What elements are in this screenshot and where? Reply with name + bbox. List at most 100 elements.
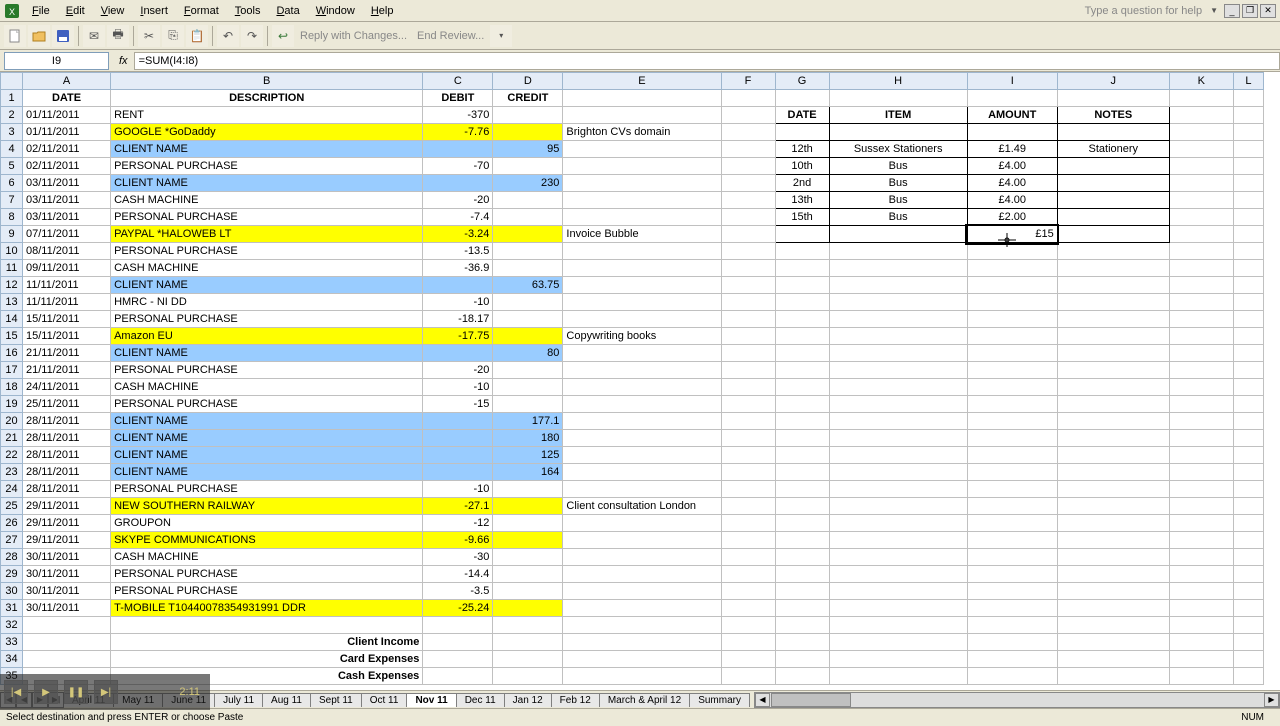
cell[interactable] [563, 413, 721, 430]
cell[interactable] [775, 345, 829, 362]
row-header[interactable]: 13 [1, 294, 23, 311]
cell[interactable]: CLIENT NAME [111, 345, 423, 362]
cell[interactable] [493, 549, 563, 566]
cell[interactable]: 177.1 [493, 413, 563, 430]
sheet-tab-feb-12[interactable]: Feb 12 [551, 693, 600, 707]
cell[interactable] [563, 634, 721, 651]
cell[interactable] [721, 430, 775, 447]
cell[interactable] [1169, 651, 1233, 668]
cell[interactable] [1169, 566, 1233, 583]
print-button[interactable]: 🖶 [107, 25, 129, 47]
sheet-tab-july-11[interactable]: July 11 [214, 693, 263, 707]
cell[interactable] [829, 634, 967, 651]
cell[interactable] [829, 226, 967, 243]
cell[interactable] [1057, 668, 1169, 685]
cell[interactable] [829, 277, 967, 294]
menu-help[interactable]: Help [363, 3, 402, 19]
cell[interactable] [563, 175, 721, 192]
cell[interactable] [829, 651, 967, 668]
cell[interactable] [1233, 413, 1263, 430]
cell[interactable] [829, 532, 967, 549]
menu-view[interactable]: View [93, 3, 133, 19]
cell[interactable] [1169, 243, 1233, 260]
cell[interactable]: ITEM [829, 107, 967, 124]
cell[interactable]: NEW SOUTHERN RAILWAY [111, 498, 423, 515]
cell[interactable] [721, 481, 775, 498]
cell[interactable] [967, 124, 1057, 141]
cell[interactable] [967, 379, 1057, 396]
row-header[interactable]: 33 [1, 634, 23, 651]
redo-button[interactable]: ↷ [241, 25, 263, 47]
cell[interactable]: CLIENT NAME [111, 464, 423, 481]
cell[interactable] [1057, 515, 1169, 532]
cell[interactable] [1233, 90, 1263, 107]
cell[interactable] [775, 566, 829, 583]
cell[interactable] [563, 158, 721, 175]
cell[interactable] [721, 107, 775, 124]
cell[interactable] [493, 226, 563, 243]
cell[interactable] [775, 634, 829, 651]
cell[interactable] [423, 413, 493, 430]
cell[interactable]: Copywriting books [563, 328, 721, 345]
cell[interactable] [1057, 226, 1169, 243]
cell[interactable] [721, 379, 775, 396]
cell[interactable] [967, 668, 1057, 685]
cell[interactable] [1169, 294, 1233, 311]
cell[interactable]: Bus [829, 209, 967, 226]
cell[interactable] [1169, 379, 1233, 396]
col-hdr-G[interactable]: G [775, 73, 829, 90]
cell[interactable]: CASH MACHINE [111, 549, 423, 566]
cell[interactable] [1057, 124, 1169, 141]
cell[interactable]: PERSONAL PURCHASE [111, 209, 423, 226]
cell[interactable] [829, 566, 967, 583]
cell[interactable] [111, 617, 423, 634]
cell[interactable]: NOTES [1057, 107, 1169, 124]
cell[interactable] [493, 311, 563, 328]
save-button[interactable] [52, 25, 74, 47]
cell[interactable] [775, 379, 829, 396]
col-hdr-F[interactable]: F [721, 73, 775, 90]
horizontal-scrollbar[interactable]: ◀ ▶ [754, 692, 1280, 708]
cell[interactable] [775, 600, 829, 617]
cell[interactable] [829, 481, 967, 498]
menu-insert[interactable]: Insert [132, 3, 176, 19]
cell[interactable]: 09/11/2011 [23, 260, 111, 277]
cell[interactable] [1057, 464, 1169, 481]
cell[interactable] [1233, 600, 1263, 617]
cell[interactable] [967, 328, 1057, 345]
cell[interactable]: 15th [775, 209, 829, 226]
cell[interactable] [1057, 566, 1169, 583]
cell[interactable] [775, 549, 829, 566]
cell[interactable] [829, 583, 967, 600]
row-header[interactable]: 15 [1, 328, 23, 345]
cell[interactable] [775, 464, 829, 481]
cell[interactable] [563, 566, 721, 583]
cell[interactable] [1233, 294, 1263, 311]
cell[interactable] [721, 260, 775, 277]
cell[interactable] [423, 447, 493, 464]
row-header[interactable]: 18 [1, 379, 23, 396]
cell[interactable]: 230 [493, 175, 563, 192]
cell[interactable] [721, 158, 775, 175]
select-all-corner[interactable] [1, 73, 23, 90]
cell[interactable]: 125 [493, 447, 563, 464]
cell[interactable] [1169, 413, 1233, 430]
col-hdr-K[interactable]: K [1169, 73, 1233, 90]
cell[interactable]: 28/11/2011 [23, 464, 111, 481]
cell[interactable] [829, 328, 967, 345]
cell[interactable]: PAYPAL *HALOWEB LT [111, 226, 423, 243]
cell[interactable] [1169, 583, 1233, 600]
cell[interactable] [1233, 124, 1263, 141]
cell[interactable] [563, 311, 721, 328]
cell[interactable] [721, 566, 775, 583]
cell[interactable] [423, 277, 493, 294]
cell[interactable] [1057, 379, 1169, 396]
cell[interactable] [829, 243, 967, 260]
cell[interactable] [563, 90, 721, 107]
cell[interactable] [1169, 277, 1233, 294]
row-header[interactable]: 31 [1, 600, 23, 617]
cell[interactable] [1057, 158, 1169, 175]
cell[interactable] [721, 209, 775, 226]
window-close-button[interactable]: ✕ [1260, 4, 1276, 18]
cell[interactable]: -3.24 [423, 226, 493, 243]
